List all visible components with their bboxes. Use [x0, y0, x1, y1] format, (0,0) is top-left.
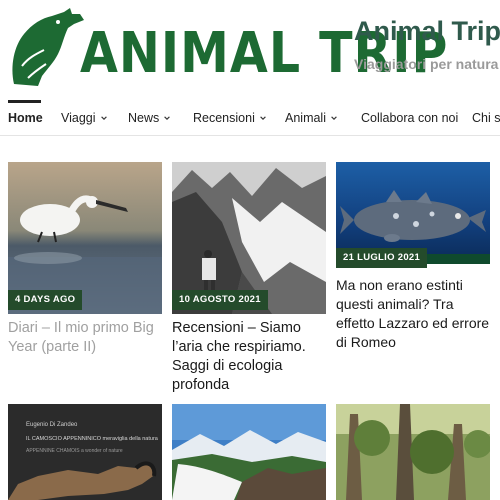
nav-active-indicator — [8, 100, 41, 103]
nav-item-label: Viaggi — [61, 111, 96, 125]
post-thumbnail-waterfall[interactable] — [172, 404, 326, 500]
nav-item-viaggi[interactable]: Viaggi — [61, 111, 108, 125]
nav-item-label: Recensioni — [193, 111, 255, 125]
nav-item-label: Animali — [285, 111, 326, 125]
chevron-down-icon — [164, 116, 171, 120]
nav-item-news[interactable]: News — [128, 111, 171, 125]
book-title: IL CAMOSCIO APPENNINICO meraviglia della… — [26, 436, 159, 442]
post-card[interactable]: 21 LUGLIO 2021 Ma non erano estinti ques… — [336, 162, 490, 352]
post-date-badge: 10 AGOSTO 2021 — [172, 290, 268, 310]
post-title[interactable]: Ma non erano estinti questi animali? Tra… — [336, 276, 496, 352]
chevron-down-icon — [260, 116, 266, 120]
site-logo[interactable]: ANIMAL TRIP — [8, 6, 447, 90]
post-date-badge: 4 DAYS AGO — [8, 290, 83, 310]
nav-item-label: Home — [8, 111, 43, 125]
chevron-down-icon — [331, 116, 337, 120]
post-title[interactable]: Recensioni – Siamo l’aria che respiriamo… — [172, 319, 332, 395]
site-tagline: Viaggiatori per natura — [354, 56, 499, 72]
nav-item-label: Chi si — [472, 111, 500, 125]
book-subtitle: APPENNINE CHAMOIS a wonder of nature — [26, 448, 123, 454]
nav-item-home[interactable]: Home — [8, 111, 43, 125]
post-card[interactable]: Eugenio Di Zandeo IL CAMOSCIO APPENNINIC… — [8, 404, 162, 500]
book-author: Eugenio Di Zandeo — [26, 422, 78, 428]
nav-item-animali[interactable]: Animali — [285, 111, 338, 125]
post-title[interactable]: Diari – Il mio primo Big Year (parte II) — [8, 319, 168, 357]
nav-item-chi-siamo[interactable]: Chi si — [472, 111, 500, 125]
post-thumbnail-forest[interactable] — [336, 404, 490, 500]
nav-item-collabora[interactable]: Collabora con noi — [361, 111, 458, 125]
post-date-badge: 21 LUGLIO 2021 — [336, 248, 428, 268]
site-header: ANIMAL TRIP Animal Trip Viaggiatori per … — [0, 0, 500, 100]
post-card[interactable] — [172, 404, 326, 500]
post-card[interactable] — [336, 404, 490, 500]
nav-item-recensioni[interactable]: Recensioni — [193, 111, 267, 125]
nav-item-label: News — [128, 111, 160, 125]
post-thumbnail-book[interactable]: Eugenio Di Zandeo IL CAMOSCIO APPENNINIC… — [8, 404, 162, 500]
post-card[interactable]: 10 AGOSTO 2021 Recensioni – Siamo l’aria… — [172, 162, 326, 393]
post-card[interactable]: 4 DAYS AGO Diari – Il mio primo Big Year… — [8, 162, 162, 362]
site-title[interactable]: Animal Trip — [354, 16, 500, 47]
main-navigation: Home Viaggi News Recensioni Animali Coll… — [0, 100, 500, 136]
nav-item-label: Collabora con noi — [361, 111, 459, 125]
rhino-logo-icon — [12, 8, 84, 86]
chevron-down-icon — [100, 116, 107, 120]
